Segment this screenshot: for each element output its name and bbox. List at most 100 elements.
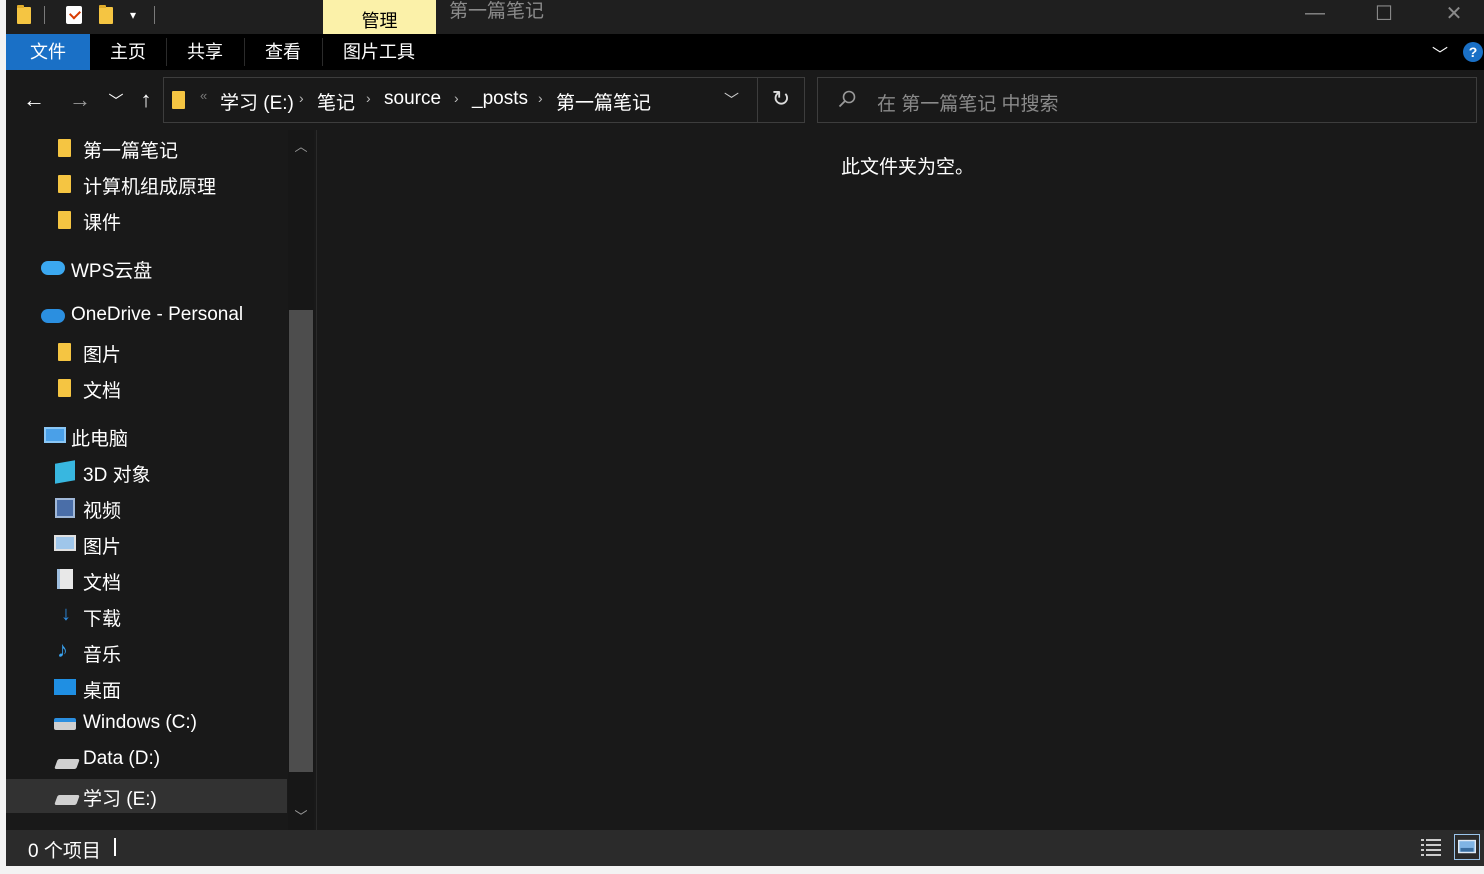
- nav-item-label: 下载: [83, 609, 122, 630]
- nav-item-label: 学习 (E:): [83, 789, 157, 810]
- large-icons-view-icon[interactable]: [1454, 834, 1480, 860]
- nav-item-first-note[interactable]: 第一篇笔记: [6, 131, 287, 165]
- documents-icon: [57, 569, 73, 589]
- nav-item-pictures[interactable]: 图片: [6, 527, 287, 561]
- nav-item-label: Windows (C:): [83, 712, 198, 733]
- nav-item-label: 课件: [83, 213, 122, 234]
- nav-item-this-pc[interactable]: 此电脑: [6, 419, 287, 453]
- breadcrumb-chevron-icon[interactable]: ›: [538, 90, 543, 106]
- ribbon-tabs: 文件 主页 共享 查看 图片工具 ﹀ ?: [6, 34, 1484, 70]
- nav-item-label: 此电脑: [71, 429, 129, 450]
- properties-icon[interactable]: [62, 3, 86, 27]
- nav-item-onedrive-pictures[interactable]: 图片: [6, 335, 287, 369]
- nav-item-documents[interactable]: 文档: [6, 563, 287, 597]
- customize-quick-access-icon[interactable]: ▾: [124, 3, 142, 27]
- empty-folder-message: 此文件夹为空。: [841, 157, 975, 178]
- back-arrow-icon[interactable]: ←: [20, 86, 48, 114]
- scroll-up-arrow-icon[interactable]: ︿: [288, 136, 314, 155]
- music-icon: ♪: [57, 637, 68, 662]
- address-history-chevron-icon[interactable]: ﹀: [724, 89, 739, 110]
- breadcrumb-chevron-icon[interactable]: ›: [454, 90, 459, 106]
- folder-icon: [58, 175, 71, 193]
- drive-icon: [54, 795, 80, 805]
- forward-arrow-icon[interactable]: →: [66, 86, 94, 114]
- scroll-down-arrow-icon[interactable]: ﹀: [288, 806, 314, 825]
- nav-item-label: 文档: [83, 381, 122, 402]
- nav-item-wps-cloud[interactable]: WPS云盘: [6, 251, 287, 285]
- tab-picture-tools[interactable]: 图片工具: [322, 34, 436, 70]
- file-explorer-window: ▾ 管理 第一篇笔记 — ☐ ✕ 文件 主页 共享 查看 图片工具 ﹀ ? ← …: [6, 0, 1484, 866]
- navigation-bar: ← → ﹀ ↑ « 学习 (E:) › 笔记 › source › _posts…: [6, 70, 1484, 130]
- new-folder-icon[interactable]: [96, 3, 116, 27]
- nav-item-data-d[interactable]: Data (D:): [6, 743, 287, 777]
- drive-icon: [54, 759, 80, 769]
- nav-item-label: 图片: [83, 537, 122, 558]
- status-divider: [114, 838, 116, 856]
- breadcrumb-drive-e[interactable]: 学习 (E:): [220, 88, 294, 115]
- desktop-icon: [54, 679, 76, 695]
- tab-share[interactable]: 共享: [166, 34, 244, 70]
- wps-cloud-icon: [41, 261, 65, 275]
- windows-drive-icon: [54, 718, 76, 730]
- nav-item-courseware[interactable]: 课件: [6, 203, 287, 237]
- manage-context-tab[interactable]: 管理: [323, 0, 436, 34]
- nav-item-computer-organization[interactable]: 计算机组成原理: [6, 167, 287, 201]
- nav-item-label: 3D 对象: [83, 465, 151, 486]
- folder-icon: [58, 379, 71, 397]
- close-button[interactable]: ✕: [1431, 0, 1477, 26]
- address-divider: [757, 78, 758, 122]
- address-bar[interactable]: « 学习 (E:) › 笔记 › source › _posts › 第一篇笔记…: [163, 77, 805, 123]
- folder-icon: [172, 91, 185, 109]
- nav-item-label: 视频: [83, 501, 122, 522]
- status-bar: 0 个项目: [6, 830, 1484, 866]
- help-icon[interactable]: ?: [1463, 42, 1483, 62]
- tab-file[interactable]: 文件: [6, 34, 90, 70]
- nav-item-downloads[interactable]: ↓ 下载: [6, 599, 287, 633]
- 3d-objects-icon: [55, 460, 75, 484]
- onedrive-icon: [41, 309, 65, 323]
- breadcrumb-chevron-icon[interactable]: ›: [299, 90, 304, 106]
- expand-ribbon-chevron-icon[interactable]: ﹀: [1428, 41, 1452, 64]
- video-icon: [55, 498, 75, 518]
- refresh-icon[interactable]: ↻: [768, 86, 794, 112]
- hidden-path-chevron-icon[interactable]: «: [200, 88, 207, 103]
- nav-item-study-e[interactable]: 学习 (E:): [6, 779, 287, 813]
- nav-pane-scrollbar[interactable]: ︿ ﹀: [288, 130, 314, 830]
- nav-item-windows-c[interactable]: Windows (C:): [6, 707, 287, 741]
- nav-item-desktop[interactable]: 桌面: [6, 671, 287, 705]
- nav-item-label: 计算机组成原理: [83, 177, 217, 198]
- window-title: 第一篇笔记: [449, 1, 545, 22]
- details-view-icon[interactable]: [1420, 836, 1442, 858]
- download-icon: ↓: [61, 603, 71, 625]
- nav-item-onedrive-documents[interactable]: 文档: [6, 371, 287, 405]
- search-input[interactable]: 在 第一篇笔记 中搜索: [817, 77, 1477, 123]
- breadcrumb-current-folder[interactable]: 第一篇笔记: [556, 88, 651, 115]
- nav-item-label: 图片: [83, 345, 122, 366]
- folder-icon[interactable]: [14, 3, 34, 27]
- navigation-pane: 第一篇笔记 计算机组成原理 课件 WPS云盘 OneDrive - Person…: [6, 130, 316, 830]
- nav-item-onedrive[interactable]: OneDrive - Personal: [6, 299, 287, 333]
- nav-item-3d-objects[interactable]: 3D 对象: [6, 455, 287, 489]
- recent-locations-chevron-icon[interactable]: ﹀: [102, 86, 130, 114]
- tab-view[interactable]: 查看: [244, 34, 322, 70]
- maximize-button[interactable]: ☐: [1361, 0, 1407, 26]
- breadcrumb-posts[interactable]: _posts: [472, 88, 528, 110]
- nav-item-videos[interactable]: 视频: [6, 491, 287, 525]
- minimize-button[interactable]: —: [1292, 0, 1338, 26]
- breadcrumb-notes[interactable]: 笔记: [317, 88, 355, 115]
- folder-icon: [58, 211, 71, 229]
- search-icon: [838, 90, 856, 108]
- quick-access-divider: [154, 6, 155, 24]
- scrollbar-thumb[interactable]: [289, 310, 313, 772]
- nav-item-label: 桌面: [83, 681, 122, 702]
- tab-home[interactable]: 主页: [90, 34, 166, 70]
- background-window-edge-bottom: [0, 866, 1484, 874]
- up-arrow-icon[interactable]: ↑: [132, 86, 160, 114]
- item-count: 0 个项目: [28, 841, 101, 862]
- breadcrumb-chevron-icon[interactable]: ›: [366, 90, 371, 106]
- nav-item-music[interactable]: ♪ 音乐: [6, 635, 287, 669]
- nav-item-label: Data (D:): [83, 748, 161, 769]
- nav-item-label: WPS云盘: [71, 261, 153, 282]
- breadcrumb-source[interactable]: source: [384, 88, 441, 110]
- file-list-area[interactable]: 此文件夹为空。: [317, 130, 1484, 830]
